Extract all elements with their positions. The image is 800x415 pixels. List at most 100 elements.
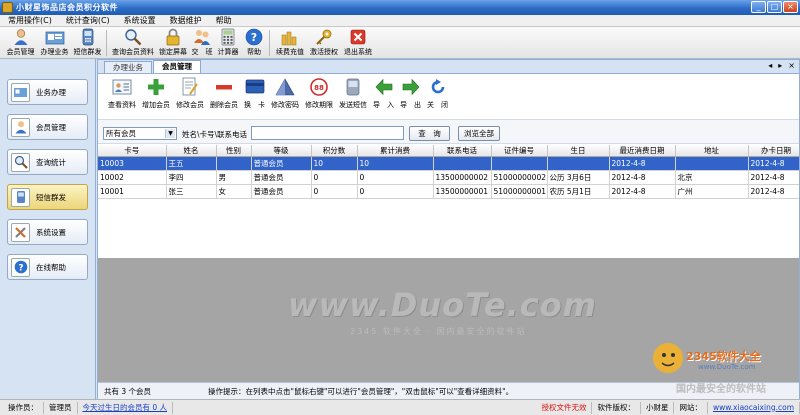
member-table: 卡号 姓名 性别 等级 积分数 累计消费 联系电话 证件编号 生日 最近消费日期… xyxy=(98,145,799,258)
profile-card-icon xyxy=(112,76,132,98)
import-arrow-icon xyxy=(375,76,393,98)
column-header[interactable]: 卡号 xyxy=(98,145,167,157)
search-label: 姓名\卡号\联系电话 xyxy=(182,130,248,139)
chevron-down-icon: ▼ xyxy=(165,129,175,138)
tab-next-icon[interactable]: ▸ xyxy=(778,61,782,70)
toolbar-handover-button[interactable]: 交 班 xyxy=(190,27,214,58)
pyramid-icon xyxy=(275,76,295,98)
svg-text:88: 88 xyxy=(314,84,324,92)
magnifier-icon xyxy=(11,152,30,172)
watermark-subtext: 2345 软件大全 · 国内最安全的软件站 xyxy=(350,327,527,336)
svg-text:?: ? xyxy=(251,31,257,44)
table-row[interactable]: 10002 李四男普通会员 0 0 13500000002 51000000002 公历 3… xyxy=(98,170,799,185)
operation-tip: 操作提示：在列表中点击"鼠标右键"可以进行"会员管理"，"双击鼠标"可以"查看详… xyxy=(208,386,514,396)
column-header[interactable]: 生日 xyxy=(547,145,610,157)
column-header[interactable]: 办卡日期 xyxy=(748,145,799,157)
export-button[interactable]: 导 出 xyxy=(400,75,421,110)
tab-strip: 办理业务 会员管理 ◂ ▸ × xyxy=(98,60,799,74)
add-member-button[interactable]: 增加会员 xyxy=(142,75,170,110)
toolbar-recharge-button[interactable]: 续费充值 xyxy=(273,27,307,58)
table-row[interactable]: 10001 张三女普通会员 0 0 13500000001 51000000001 农历 5… xyxy=(98,184,799,199)
toolbar-separator xyxy=(269,30,270,56)
minimize-button[interactable]: _ xyxy=(751,1,766,13)
menu-help[interactable]: 帮助 xyxy=(216,15,232,26)
delete-member-button[interactable]: 删除会员 xyxy=(210,75,238,110)
watermark-text: www.DuoTe.com xyxy=(288,286,597,324)
change-deadline-button[interactable]: 88 修改期限 xyxy=(305,75,333,110)
toolbar-exit-button[interactable]: 退出系统 xyxy=(341,27,375,58)
view-profile-button[interactable]: 查看资料 xyxy=(108,75,136,110)
column-header[interactable]: 姓名 xyxy=(166,145,217,157)
tab-business[interactable]: 办理业务 xyxy=(104,61,152,73)
column-header[interactable]: 联系电话 xyxy=(433,145,492,157)
app-icon xyxy=(2,2,13,13)
tab-member-manage[interactable]: 会员管理 xyxy=(153,60,201,73)
maximize-button[interactable]: □ xyxy=(767,1,782,13)
import-button[interactable]: 导 入 xyxy=(373,75,394,110)
status-bar: 操作员： 管理员 今天过生日的会员有 0 人 授权文件无效 软件版权： 小财星 … xyxy=(0,399,800,415)
help-icon: ? xyxy=(11,257,30,277)
column-header[interactable]: 最近消费日期 xyxy=(609,145,676,157)
sidebar-item-help[interactable]: ? 在线帮助 xyxy=(7,254,88,280)
operator-name: 管理员 xyxy=(44,401,78,414)
minus-icon xyxy=(215,76,233,98)
menu-data[interactable]: 数据维护 xyxy=(170,15,202,26)
coins-icon xyxy=(281,28,299,46)
sidebar-item-sms[interactable]: 短信群发 xyxy=(7,184,88,210)
handover-icon xyxy=(193,28,211,46)
plus-icon xyxy=(147,76,165,98)
tab-close-icon[interactable]: × xyxy=(788,61,795,70)
close-panel-button[interactable]: 关 闭 xyxy=(427,75,448,110)
menu-settings[interactable]: 系统设置 xyxy=(124,15,156,26)
table-header: 卡号 姓名 性别 等级 积分数 累计消费 联系电话 证件编号 生日 最近消费日期… xyxy=(98,145,799,157)
website-link[interactable]: www.xiaocaixing.com xyxy=(708,401,800,414)
toolbar-help-button[interactable]: ? 帮助 xyxy=(242,27,266,58)
key-icon xyxy=(315,28,333,46)
exit-icon xyxy=(350,28,366,46)
edit-member-button[interactable]: 修改会员 xyxy=(176,75,204,110)
sidebar-item-member[interactable]: 会员管理 xyxy=(7,114,88,140)
column-header[interactable]: 累计消费 xyxy=(357,145,434,157)
column-header[interactable]: 等级 xyxy=(251,145,312,157)
toolbar-activate-button[interactable]: 激活授权 xyxy=(307,27,341,58)
card-icon xyxy=(245,76,265,98)
toolbar-lock-screen-button[interactable]: 锁定屏幕 xyxy=(156,27,190,58)
tab-prev-icon[interactable]: ◂ xyxy=(768,61,772,70)
close-button[interactable]: × xyxy=(783,1,798,13)
query-button[interactable]: 查 询 xyxy=(409,126,450,141)
toolbar-business-button[interactable]: 办理业务 xyxy=(37,27,72,58)
toolbar-calculator-button[interactable]: 计算器 xyxy=(214,27,242,58)
toolbar-member-manage-button[interactable]: 会员管理 xyxy=(4,27,37,58)
send-sms-button[interactable]: 发送短信 xyxy=(339,75,367,110)
table-row[interactable]: 10003 王五 普通会员 10 10 2012-4-8 2012-4-8 xyxy=(98,156,799,171)
business-icon xyxy=(11,82,30,102)
sidebar-item-business[interactable]: 业务办理 xyxy=(7,79,88,105)
toolbar-query-member-button[interactable]: 查询会员资料 xyxy=(110,27,156,58)
lock-icon xyxy=(166,28,180,46)
business-icon xyxy=(45,28,65,46)
license-status: 授权文件无效 xyxy=(536,401,593,414)
app-window: 小财星饰品店会员积分软件 _ □ × 常用操作(C) 统计查询(C) 系统设置 … xyxy=(0,0,800,415)
sidebar-item-query[interactable]: 查询统计 xyxy=(7,149,88,175)
column-header[interactable]: 地址 xyxy=(675,145,749,157)
menu-common[interactable]: 常用操作(C) xyxy=(8,15,52,26)
toolbar-separator xyxy=(106,30,107,56)
search-bar: 所有会员 ▼ 姓名\卡号\联系电话 查 询 浏览全部 xyxy=(98,119,799,144)
operator-label: 操作员： xyxy=(3,401,44,414)
help-icon: ? xyxy=(245,28,263,46)
menu-stats[interactable]: 统计查询(C) xyxy=(66,15,110,26)
corner-logo-title: 2345软件大全 xyxy=(686,350,761,363)
user-icon xyxy=(11,117,30,137)
tools-icon xyxy=(11,222,30,242)
column-header[interactable]: 积分数 xyxy=(311,145,358,157)
toolbar-sms-button[interactable]: 短信群发 xyxy=(72,27,103,58)
column-header[interactable]: 性别 xyxy=(216,145,252,157)
search-input[interactable] xyxy=(251,126,404,140)
column-header[interactable]: 证件编号 xyxy=(491,145,548,157)
browse-all-button[interactable]: 浏览全部 xyxy=(458,126,500,141)
birthday-link[interactable]: 今天过生日的会员有 0 人 xyxy=(78,401,174,414)
change-password-button[interactable]: 修改密码 xyxy=(271,75,299,110)
sidebar-item-settings[interactable]: 系统设置 xyxy=(7,219,88,245)
change-card-button[interactable]: 换 卡 xyxy=(244,75,265,110)
member-type-select[interactable]: 所有会员 ▼ xyxy=(103,127,177,140)
